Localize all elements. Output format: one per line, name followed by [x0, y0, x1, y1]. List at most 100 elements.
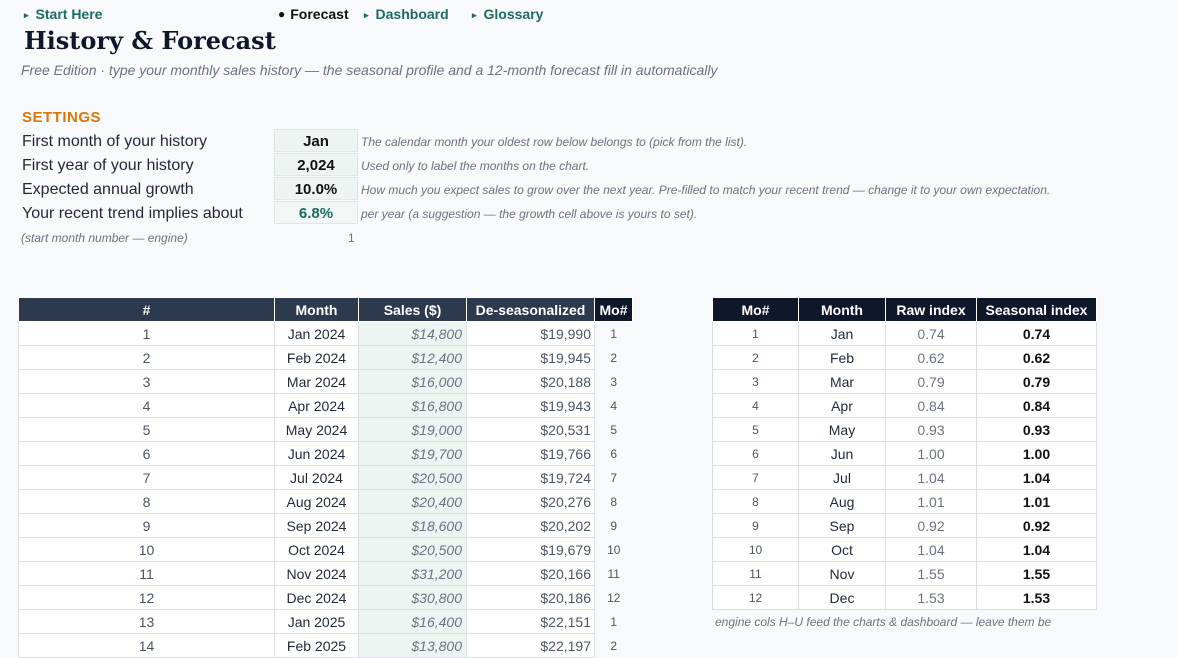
- month-number-cell: 5: [610, 422, 618, 437]
- raw-index-cell: 0.79: [885, 369, 977, 394]
- month-cell: Jun: [798, 441, 886, 466]
- row-month: Nov 2024: [274, 561, 359, 586]
- annual-growth-input[interactable]: 10.0%: [274, 177, 358, 200]
- history-header-row: # Month Sales ($) De-seasonalized Mo#: [18, 297, 633, 322]
- seasonal-index-cell: 0.62: [976, 345, 1097, 370]
- sales-input-cell[interactable]: $14,800: [358, 321, 467, 346]
- raw-index-cell: 0.74: [885, 321, 977, 346]
- page-subtitle: Free Edition · type your monthly sales h…: [21, 62, 718, 78]
- table-row: 9 Sep 0.92 0.92: [712, 513, 1097, 538]
- engine-note: (start month number — engine): [21, 231, 188, 245]
- table-row: 11 Nov 1.55 1.55: [712, 561, 1097, 586]
- row-index: 11: [18, 561, 275, 586]
- deseasonalized-cell: $19,945: [466, 345, 595, 370]
- setting-note-first-year: Used only to label the months on the cha…: [361, 159, 590, 173]
- month-number-cell: 4: [610, 398, 618, 413]
- first-year-input[interactable]: 2,024: [274, 153, 358, 176]
- row-month: Sep 2024: [274, 513, 359, 538]
- seasonal-header-row: Mo# Month Raw index Seasonal index: [712, 297, 1097, 322]
- deseasonalized-cell: $20,276: [466, 489, 595, 514]
- history-table: # Month Sales ($) De-seasonalized Mo# 1J…: [18, 297, 633, 658]
- deseasonalized-cell: $22,197: [466, 633, 595, 658]
- table-row: 3 Mar 0.79 0.79: [712, 369, 1097, 394]
- setting-label-trend: Your recent trend implies about: [22, 205, 243, 222]
- col-header-mo: Mo#: [712, 297, 799, 322]
- row-index: 1: [18, 321, 275, 346]
- row-month: Aug 2024: [274, 489, 359, 514]
- deseasonalized-cell: $20,186: [466, 585, 595, 610]
- settings-heading: SETTINGS: [22, 109, 102, 126]
- nav-start-here-label: Start Here: [35, 6, 103, 22]
- table-row: 5 May 0.93 0.93: [712, 417, 1097, 442]
- sales-input-cell[interactable]: $30,800: [358, 585, 467, 610]
- table-row: 6 Jun 1.00 1.00: [712, 441, 1097, 466]
- first-month-input[interactable]: Jan: [274, 129, 358, 152]
- sales-input-cell[interactable]: $19,000: [358, 417, 467, 442]
- sales-input-cell[interactable]: $13,800: [358, 633, 467, 658]
- row-month: Jan 2024: [274, 321, 359, 346]
- sales-input-cell[interactable]: $16,000: [358, 369, 467, 394]
- row-month: Jul 2024: [274, 465, 359, 490]
- col-header-month: Month: [798, 297, 886, 322]
- recent-trend-value: 6.8%: [274, 201, 358, 224]
- sales-input-cell[interactable]: $20,500: [358, 537, 467, 562]
- month-number-cell: 2: [712, 345, 799, 370]
- raw-index-cell: 1.04: [885, 537, 977, 562]
- month-number-cell: 4: [712, 393, 799, 418]
- row-month: Jan 2025: [274, 609, 359, 634]
- setting-note-growth: How much you expect sales to grow over t…: [361, 183, 1051, 197]
- month-cell: Mar: [798, 369, 886, 394]
- sales-input-cell[interactable]: $20,400: [358, 489, 467, 514]
- month-cell: Jan: [798, 321, 886, 346]
- sales-input-cell[interactable]: $16,800: [358, 393, 467, 418]
- col-header-deseasonalized: De-seasonalized: [466, 297, 595, 322]
- month-cell: Sep: [798, 513, 886, 538]
- table-row: 10 Oct 2024 $20,500 $19,679 10: [18, 537, 633, 562]
- bullet-icon: ●: [278, 7, 286, 21]
- sales-input-cell[interactable]: $16,400: [358, 609, 467, 634]
- seasonal-index-cell: 0.74: [976, 321, 1097, 346]
- deseasonalized-cell: $19,679: [466, 537, 595, 562]
- row-index: 2: [18, 345, 275, 370]
- month-cell: Nov: [798, 561, 886, 586]
- raw-index-cell: 1.53: [885, 585, 977, 610]
- nav-dashboard[interactable]: ▸ Dashboard: [364, 6, 449, 22]
- sales-input-cell[interactable]: $31,200: [358, 561, 467, 586]
- seasonal-index-table: Mo# Month Raw index Seasonal index 1 Jan 0…: [712, 297, 1097, 610]
- month-number-cell: 2: [610, 350, 618, 365]
- month-number-cell: 2: [610, 638, 618, 653]
- sales-input-cell[interactable]: $19,700: [358, 441, 467, 466]
- col-header-sales: Sales ($): [358, 297, 467, 322]
- month-number-cell: 9: [712, 513, 799, 538]
- month-number-cell: 12: [712, 585, 799, 610]
- month-number-cell: 5: [712, 417, 799, 442]
- table-row: 10 Oct 1.04 1.04: [712, 537, 1097, 562]
- setting-note-first-month: The calendar month your oldest row below…: [361, 135, 748, 149]
- sales-input-cell[interactable]: $18,600: [358, 513, 467, 538]
- nav-forecast[interactable]: ● Forecast: [278, 6, 349, 22]
- nav-glossary-label: Glossary: [483, 6, 544, 22]
- month-number-cell: 10: [607, 542, 621, 557]
- sales-input-cell[interactable]: $12,400: [358, 345, 467, 370]
- table-row: 14 Feb 2025 $13,800 $22,197 2: [18, 633, 633, 658]
- table-row: 8 Aug 1.01 1.01: [712, 489, 1097, 514]
- month-number-cell: 7: [610, 470, 618, 485]
- nav-start-here[interactable]: ▸ Start Here: [24, 6, 102, 22]
- sales-input-cell[interactable]: $20,500: [358, 465, 467, 490]
- seasonal-index-cell: 1.55: [976, 561, 1097, 586]
- table-row: 9 Sep 2024 $18,600 $20,202 9: [18, 513, 633, 538]
- table-row: 12 Dec 1.53 1.53: [712, 585, 1097, 610]
- nav-glossary[interactable]: ▸ Glossary: [472, 6, 543, 22]
- month-number-cell: 3: [610, 374, 618, 389]
- col-header-seasonal-index: Seasonal index: [976, 297, 1097, 322]
- deseasonalized-cell: $20,188: [466, 369, 595, 394]
- table-row: 12 Dec 2024 $30,800 $20,186 12: [18, 585, 633, 610]
- table-row: 13 Jan 2025 $16,400 $22,151 1: [18, 609, 633, 634]
- table-row: 2 Feb 0.62 0.62: [712, 345, 1097, 370]
- month-cell: Dec: [798, 585, 886, 610]
- table-row: 2 Feb 2024 $12,400 $19,945 2: [18, 345, 633, 370]
- table-row: 7 Jul 1.04 1.04: [712, 465, 1097, 490]
- month-number-cell: 8: [610, 494, 618, 509]
- month-number-cell: 1: [610, 614, 618, 629]
- seasonal-index-cell: 0.79: [976, 369, 1097, 394]
